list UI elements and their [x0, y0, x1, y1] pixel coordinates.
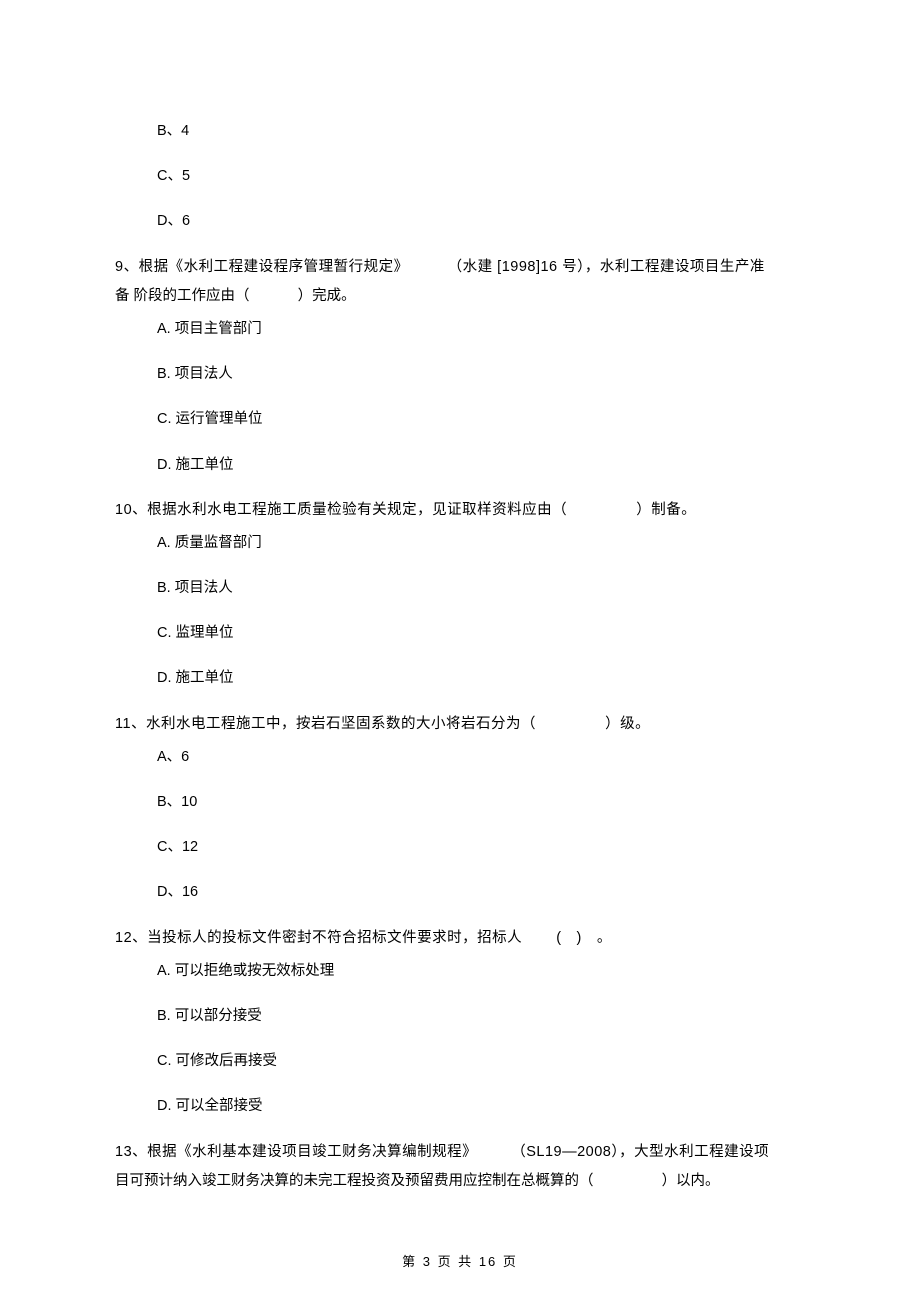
question-9-line2: 备 阶段的工作应由（ ）完成。: [115, 285, 805, 308]
option-c: C. 监理单位: [157, 622, 805, 645]
option-c: C、12: [157, 836, 805, 859]
question-text: 、根据水利水电工程施工质量检验有关规定，见证取样资料应由（: [132, 502, 567, 518]
question-number: 11: [115, 716, 131, 732]
option-a: A. 项目主管部门: [157, 318, 805, 341]
option-d: D、6: [157, 210, 805, 233]
question-ref: （SL19—2008），大型水利工程建设项: [511, 1144, 769, 1160]
option-b: B. 可以部分接受: [157, 1005, 805, 1028]
question-13-line2: 目可预计纳入竣工财务决算的未完工程投资及预留费用应控制在总概算的（ ）以内。: [115, 1170, 805, 1193]
orphan-option-block: B、4 C、5 D、6: [157, 120, 805, 234]
question-text: ）以内。: [662, 1173, 720, 1189]
footer-total-pages: 16: [479, 1254, 497, 1269]
question-text: 、水利水电工程施工中，按岩石坚固系数的大小将岩石分为（: [131, 716, 536, 732]
question-ref: （水建 [1998]16 号），水利工程建设项目生产准: [448, 259, 765, 275]
option-a: A. 可以拒绝或按无效标处理: [157, 960, 805, 983]
q10-options: A. 质量监督部门 B. 项目法人 C. 监理单位 D. 施工单位: [157, 532, 805, 691]
question-11: 11、水利水电工程施工中，按岩石坚固系数的大小将岩石分为（ ）级。: [115, 713, 805, 736]
question-text: 目可预计纳入竣工财务决算的未完工程投资及预留费用应控制在总概算的（: [115, 1173, 594, 1189]
question-9: 9、根据《水利工程建设程序管理暂行规定》 （水建 [1998]16 号），水利工…: [115, 256, 805, 279]
option-c: C. 运行管理单位: [157, 408, 805, 431]
footer-current-page: 3: [423, 1254, 432, 1269]
footer-post: 页: [503, 1254, 518, 1269]
question-text: 、根据《水利基本建设项目竣工财务决算编制规程》: [132, 1144, 477, 1160]
footer-pre: 第: [402, 1254, 417, 1269]
q11-options: A、6 B、10 C、12 D、16: [157, 746, 805, 905]
document-page: B、4 C、5 D、6 9、根据《水利工程建设程序管理暂行规定》 （水建 [19…: [0, 0, 920, 1303]
question-12: 12、当投标人的投标文件密封不符合招标文件要求时，招标人 ( ) 。: [115, 927, 805, 950]
option-c: C. 可修改后再接受: [157, 1050, 805, 1073]
option-d: D. 施工单位: [157, 667, 805, 690]
question-13: 13、根据《水利基本建设项目竣工财务决算编制规程》 （SL19—2008），大型…: [115, 1141, 805, 1164]
option-d: D. 施工单位: [157, 454, 805, 477]
question-text: 、当投标人的投标文件密封不符合招标文件要求时，招标人: [132, 930, 522, 946]
page-footer: 第 3 页 共 16 页: [115, 1252, 805, 1273]
option-a: A、6: [157, 746, 805, 769]
question-text: ）制备。: [636, 502, 696, 518]
option-b: B、4: [157, 120, 805, 143]
question-text: ）级。: [605, 716, 650, 732]
option-b: B. 项目法人: [157, 577, 805, 600]
question-number: 10: [115, 502, 132, 518]
question-text: ）完成。: [298, 288, 356, 304]
question-number: 12: [115, 930, 132, 946]
option-b: B. 项目法人: [157, 363, 805, 386]
option-a: A. 质量监督部门: [157, 532, 805, 555]
footer-mid: 页 共: [438, 1254, 474, 1269]
question-number: 9: [115, 259, 124, 275]
option-c: C、5: [157, 165, 805, 188]
option-d: D、16: [157, 881, 805, 904]
question-10: 10、根据水利水电工程施工质量检验有关规定，见证取样资料应由（ ）制备。: [115, 499, 805, 522]
question-text: ( ) 。: [556, 930, 612, 946]
q9-options: A. 项目主管部门 B. 项目法人 C. 运行管理单位 D. 施工单位: [157, 318, 805, 477]
question-text: 备 阶段的工作应由（: [115, 288, 250, 304]
question-text: 、根据《水利工程建设程序管理暂行规定》: [124, 259, 409, 275]
option-d: D. 可以全部接受: [157, 1095, 805, 1118]
question-number: 13: [115, 1144, 132, 1160]
option-b: B、10: [157, 791, 805, 814]
q12-options: A. 可以拒绝或按无效标处理 B. 可以部分接受 C. 可修改后再接受 D. 可…: [157, 960, 805, 1119]
